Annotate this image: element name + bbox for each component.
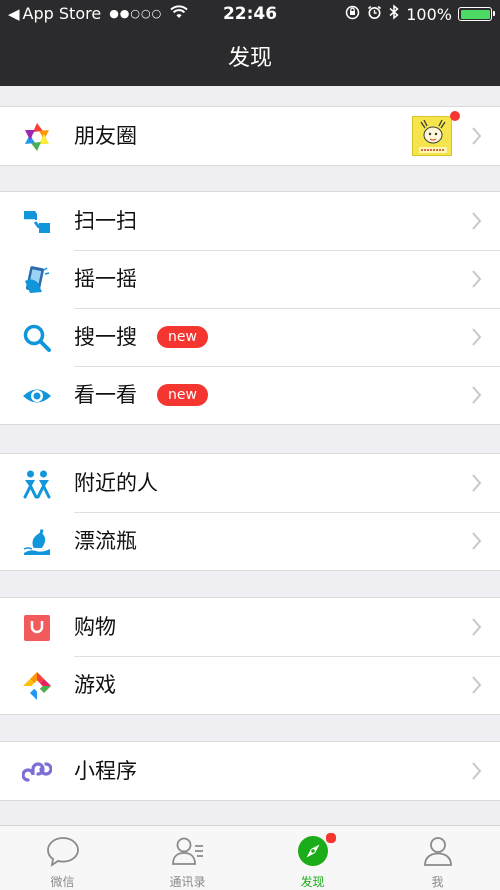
- tab-discover[interactable]: 发现: [250, 826, 375, 890]
- group-moments: 朋友圈: [0, 106, 500, 166]
- me-person-icon: [421, 834, 455, 868]
- tab-label: 微信: [50, 875, 75, 889]
- list-item-label: 购物: [74, 615, 116, 639]
- group-tools: 扫一扫 摇一摇 搜一搜 new 看一看 new: [0, 191, 500, 425]
- list-item-shake[interactable]: 摇一摇: [0, 250, 500, 308]
- tab-contacts[interactable]: 通讯录: [125, 826, 250, 890]
- list-item-people-nearby[interactable]: 附近的人: [0, 454, 500, 512]
- chevron-right-icon: [471, 126, 482, 146]
- list-item-look[interactable]: 看一看 new: [0, 366, 500, 424]
- orientation-lock-icon: [345, 5, 360, 24]
- battery-percent: 100%: [406, 4, 452, 24]
- tab-label: 发现: [300, 875, 325, 889]
- moments-thumbnail: [412, 116, 452, 156]
- list-item-moments[interactable]: 朋友圈: [0, 107, 500, 165]
- drift-bottle-icon: [22, 527, 52, 557]
- group-mini-program: 小程序: [0, 741, 500, 801]
- moments-new-dot: [450, 111, 460, 121]
- group-social: 附近的人 漂流瓶: [0, 453, 500, 571]
- list-item-drift-bottle[interactable]: 漂流瓶: [0, 512, 500, 570]
- chevron-right-icon: [471, 211, 482, 231]
- scan-icon: [22, 207, 52, 237]
- list-item-label: 朋友圈: [74, 124, 137, 148]
- battery-icon: [458, 7, 495, 21]
- list-item-search[interactable]: 搜一搜 new: [0, 308, 500, 366]
- contacts-icon: [171, 834, 205, 868]
- shake-icon: [22, 265, 52, 295]
- chevron-right-icon: [471, 385, 482, 405]
- chevron-right-icon: [471, 761, 482, 781]
- people-nearby-icon: [22, 469, 52, 499]
- chevron-right-icon: [471, 531, 482, 551]
- list-item-label: 小程序: [74, 759, 137, 783]
- chevron-right-icon: [471, 269, 482, 289]
- list-item-label: 摇一摇: [74, 267, 137, 291]
- list-item-shopping[interactable]: 购物: [0, 598, 500, 656]
- chevron-right-icon: [471, 473, 482, 493]
- shopping-bag-icon: [22, 613, 52, 643]
- list-item-label: 看一看: [74, 383, 137, 407]
- list-item-label: 游戏: [74, 673, 116, 697]
- tab-chats[interactable]: 微信: [0, 826, 125, 890]
- chevron-right-icon: [471, 617, 482, 637]
- eye-icon: [22, 381, 52, 411]
- chevron-right-icon: [471, 327, 482, 347]
- list-item-label: 漂流瓶: [74, 529, 137, 553]
- page-title: 发现: [227, 46, 272, 71]
- bluetooth-icon: [389, 4, 399, 24]
- group-services: 购物 游戏: [0, 597, 500, 715]
- tab-notification-dot: [324, 832, 337, 844]
- chat-bubble-icon: [46, 834, 80, 868]
- list-item-scan[interactable]: 扫一扫: [0, 192, 500, 250]
- list-item-label: 附近的人: [74, 471, 158, 495]
- list-item-games[interactable]: 游戏: [0, 656, 500, 714]
- tab-me[interactable]: 我: [375, 826, 500, 890]
- game-icon: [22, 671, 52, 701]
- tab-label: 我: [431, 875, 444, 889]
- list-item-mini-program[interactable]: 小程序: [0, 742, 500, 800]
- top-bar: ◀ App Store ●●○○○ 22:46 100% 发现: [0, 0, 500, 86]
- tab-label: 通讯录: [169, 875, 206, 889]
- chevron-right-icon: [471, 675, 482, 695]
- status-right: 100%: [338, 4, 495, 24]
- new-badge: new: [157, 384, 208, 406]
- alarm-icon: [367, 5, 382, 24]
- list-item-label: 搜一搜: [74, 325, 137, 349]
- status-bar: ◀ App Store ●●○○○ 22:46 100%: [0, 0, 500, 28]
- new-badge: new: [157, 326, 208, 348]
- mini-program-icon: [21, 757, 53, 787]
- tab-bar: 微信 通讯录 发现 我: [0, 825, 500, 890]
- search-icon: [22, 323, 52, 353]
- moments-aperture-icon: [22, 122, 52, 152]
- list-item-label: 扫一扫: [74, 209, 137, 233]
